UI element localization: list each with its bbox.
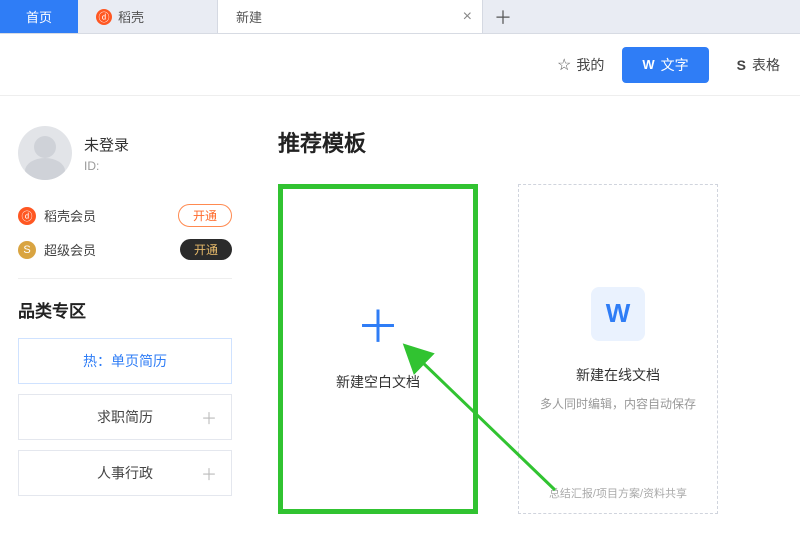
category-hr[interactable]: 人事行政 ＋ (18, 450, 232, 496)
tab-docer[interactable]: ⓓ 稻壳 (78, 0, 218, 33)
user-name: 未登录 (84, 134, 129, 155)
tab-home-label: 首页 (26, 7, 52, 26)
docer-member-row: ⓓ 稻壳会员 开通 (18, 204, 232, 227)
online-doc-footer: 总结汇报/项目方案/资料共享 (549, 485, 687, 501)
online-word-icon: W (591, 287, 645, 341)
plus-icon: ＋ (201, 461, 217, 485)
category-hr-label: 人事行政 (97, 463, 153, 483)
category-hot-resume[interactable]: 热：单页简历 (18, 338, 232, 384)
blank-doc-label: 新建空白文档 (336, 372, 420, 392)
toolbar: ☆ 我的 W 文字 S 表格 (0, 34, 800, 96)
online-doc-sub: 多人同时编辑，内容自动保存 (540, 395, 696, 412)
content-area: 推荐模板 ＋ 新建空白文档 W 新建在线文档 多人同时编辑，内容自动保存 总结汇… (250, 96, 800, 541)
tab-docer-label: 稻壳 (118, 7, 144, 26)
recommend-title: 推荐模板 (278, 126, 790, 158)
template-cards: ＋ 新建空白文档 W 新建在线文档 多人同时编辑，内容自动保存 总结汇报/项目方… (278, 184, 790, 514)
super-badge-icon: S (18, 241, 36, 259)
sheet-icon: S (737, 57, 746, 73)
tab-home[interactable]: 首页 (0, 0, 78, 33)
tab-bar: 首页 ⓓ 稻壳 新建 × ＋ (0, 0, 800, 34)
docer-member-label: 稻壳会员 (44, 206, 96, 225)
new-blank-doc-card[interactable]: ＋ 新建空白文档 (278, 184, 478, 514)
docer-badge-icon: ⓓ (18, 207, 36, 225)
new-online-doc-card[interactable]: W 新建在线文档 多人同时编辑，内容自动保存 总结汇报/项目方案/资料共享 (518, 184, 718, 514)
category-title: 品类专区 (18, 297, 232, 322)
category-resume[interactable]: 求职简历 ＋ (18, 394, 232, 440)
category-hot-label: 热：单页简历 (83, 351, 167, 371)
super-member-label: 超级会员 (44, 240, 96, 259)
big-plus-icon: ＋ (356, 306, 400, 350)
word-icon: W (642, 57, 654, 72)
avatar (18, 126, 72, 180)
online-doc-label: 新建在线文档 (576, 365, 660, 385)
category-resume-label: 求职简历 (97, 407, 153, 427)
tab-new[interactable]: 新建 × (218, 0, 483, 33)
close-icon[interactable]: × (463, 8, 472, 26)
user-id-label: ID: (84, 159, 129, 173)
docer-open-button[interactable]: 开通 (178, 204, 232, 227)
star-icon: ☆ (557, 55, 571, 75)
my-docs-button[interactable]: ☆ 我的 (557, 55, 604, 75)
new-tab-button[interactable]: ＋ (483, 0, 523, 33)
super-open-button[interactable]: 开通 (180, 239, 232, 260)
sidebar: 未登录 ID: ⓓ 稻壳会员 开通 S 超级会员 开通 品类专区 热：单页简历 … (0, 96, 250, 541)
main-area: 未登录 ID: ⓓ 稻壳会员 开通 S 超级会员 开通 品类专区 热：单页简历 … (0, 96, 800, 541)
docer-fire-icon: ⓓ (96, 9, 112, 25)
tab-new-label: 新建 (236, 7, 262, 26)
divider (18, 278, 232, 279)
new-text-button[interactable]: W 文字 (622, 47, 708, 83)
profile-block[interactable]: 未登录 ID: (18, 126, 232, 180)
new-sheet-label: 表格 (752, 55, 780, 75)
my-docs-label: 我的 (576, 55, 604, 75)
new-text-label: 文字 (661, 55, 689, 75)
plus-icon: ＋ (201, 405, 217, 429)
super-member-row: S 超级会员 开通 (18, 239, 232, 260)
new-sheet-button[interactable]: S 表格 (727, 47, 790, 83)
